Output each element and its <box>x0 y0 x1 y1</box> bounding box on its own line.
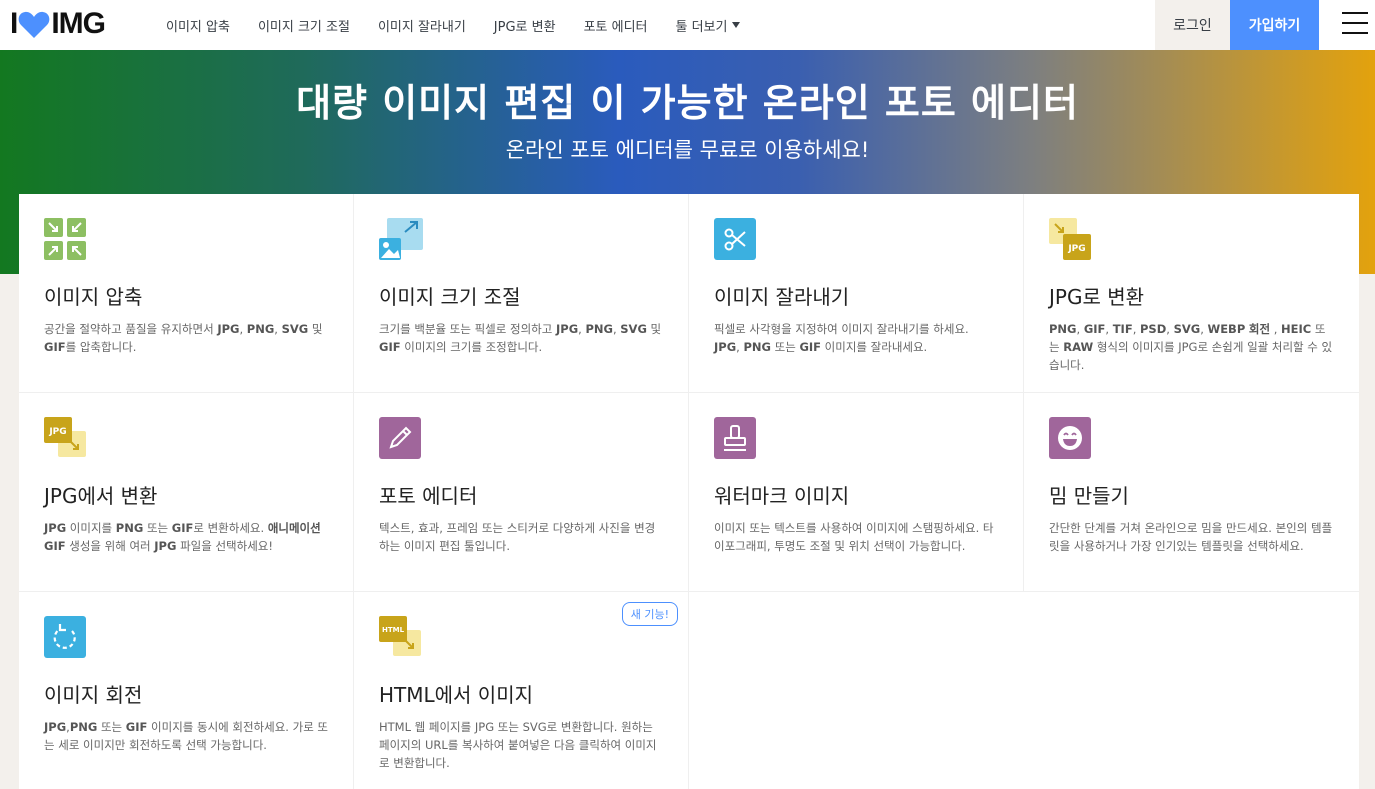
tool-description: 크기를 백분율 또는 픽셀로 정의하고 JPG, PNG, SVG 및 GIF … <box>379 322 662 354</box>
iloveimg-logo[interactable]: I IMG <box>10 6 106 42</box>
compress-icon <box>44 218 86 260</box>
tool-card-meme[interactable]: 밈 만들기 간단한 단계를 거쳐 온라인으로 밈을 만드세요. 본인의 템플릿을… <box>1024 393 1359 592</box>
tool-description: 이미지 또는 텍스트를 사용하여 이미지에 스탬핑하세요. 타이포그래피, 투명… <box>714 521 994 553</box>
resize-icon <box>379 218 423 260</box>
nav-photo-editor[interactable]: 포토 에디터 <box>584 16 648 35</box>
tool-card-convert-to-jpg[interactable]: JPG JPG로 변환 PNG, GIF, TIF, PSD, SVG, WEB… <box>1024 194 1359 393</box>
tool-card-compress[interactable]: 이미지 압축 공간을 절약하고 품질을 유지하면서 JPG, PNG, SVG … <box>19 194 354 393</box>
tool-title: 워터마크 이미지 <box>714 484 850 508</box>
tool-title: JPG에서 변환 <box>44 484 158 508</box>
nav-crop[interactable]: 이미지 잘라내기 <box>378 16 466 35</box>
tool-card-watermark[interactable]: 워터마크 이미지 이미지 또는 텍스트를 사용하여 이미지에 스탬핑하세요. 타… <box>689 393 1024 592</box>
tool-title: 이미지 회전 <box>44 683 143 707</box>
nav-resize[interactable]: 이미지 크기 조절 <box>258 16 350 35</box>
tool-description: JPG 이미지를 PNG 또는 GIF로 변환하세요. 애니메이션 GIF 생성… <box>44 521 321 553</box>
jpg-icon-label: JPG <box>1067 244 1085 254</box>
tool-card-photo-editor[interactable]: 포토 에디터 텍스트, 효과, 프레임 또는 스티커로 다양하게 사진을 변경하… <box>354 393 689 592</box>
main-nav: 이미지 압축 이미지 크기 조절 이미지 잘라내기 JPG로 변환 포토 에디터… <box>166 0 768 50</box>
tool-title: 이미지 잘라내기 <box>714 285 850 309</box>
tool-description: 공간을 절약하고 품질을 유지하면서 JPG, PNG, SVG 및 GIF를 … <box>44 322 323 354</box>
heart-icon <box>19 11 50 38</box>
tool-description: 텍스트, 효과, 프레임 또는 스티커로 다양하게 사진을 변경하는 이미지 편… <box>379 521 656 553</box>
pencil-icon <box>379 417 421 459</box>
hero-title: 대량 이미지 편집 이 가능한 온라인 포토 에디터 <box>296 81 1079 125</box>
new-feature-badge: 새 기능! <box>621 602 678 626</box>
html-icon-label: HTML <box>382 626 405 634</box>
tools-grid: 이미지 압축 공간을 절약하고 품질을 유지하면서 JPG, PNG, SVG … <box>19 194 1359 789</box>
logo-text-img: IMG <box>51 7 106 40</box>
nav-convert-to-jpg[interactable]: JPG로 변환 <box>494 16 556 35</box>
jpg-icon-label: JPG <box>48 427 66 437</box>
tool-card-resize[interactable]: 이미지 크기 조절 크기를 백분율 또는 픽셀로 정의하고 JPG, PNG, … <box>354 194 689 393</box>
tool-card-rotate[interactable]: 이미지 회전 JPG,PNG 또는 GIF 이미지를 동시에 회전하세요. 가로… <box>19 592 354 789</box>
tool-description: JPG,PNG 또는 GIF 이미지를 동시에 회전하세요. 가로 또는 세로 … <box>44 720 329 752</box>
hero-subtitle: 온라인 포토 에디터를 무료로 이용하세요! <box>505 138 870 162</box>
tool-card-crop[interactable]: 이미지 잘라내기 픽셀로 사각형을 지정하여 이미지 잘라내기를 하세요. JP… <box>689 194 1024 393</box>
signup-button[interactable]: 가입하기 <box>1230 0 1319 50</box>
tool-card-html-to-image[interactable]: 새 기능! HTML HTML에서 이미지 HTML 웹 페이지를 JPG 또는… <box>354 592 689 789</box>
html-icon: HTML <box>379 616 421 656</box>
tool-description: 픽셀로 사각형을 지정하여 이미지 잘라내기를 하세요. JPG, PNG 또는… <box>714 322 969 354</box>
logo-text-i: I <box>10 7 18 40</box>
nav-more-tools[interactable]: 툴 더보기 <box>676 16 741 35</box>
tool-description: HTML 웹 페이지를 JPG 또는 SVG로 변환합니다. 원하는 페이지의 … <box>379 720 657 770</box>
stamp-icon <box>714 417 756 459</box>
nav-more-tools-label: 툴 더보기 <box>675 19 728 35</box>
tool-description: PNG, GIF, TIF, PSD, SVG, WEBP 회전 , HEIC … <box>1049 322 1333 372</box>
tool-title: JPG로 변환 <box>1049 285 1145 309</box>
from-jpg-icon: JPG <box>44 417 86 457</box>
grid-empty-space <box>689 592 1359 789</box>
tool-title: HTML에서 이미지 <box>379 683 534 707</box>
top-bar: I IMG 이미지 압축 이미지 크기 조절 이미지 잘라내기 JPG로 변환 … <box>0 0 1375 50</box>
to-jpg-icon: JPG <box>1049 218 1091 260</box>
caret-down-icon <box>732 22 741 28</box>
tool-card-convert-from-jpg[interactable]: JPG JPG에서 변환 JPG 이미지를 PNG 또는 GIF로 변환하세요.… <box>19 393 354 592</box>
tool-title: 포토 에디터 <box>379 484 478 508</box>
tool-description: 간단한 단계를 거쳐 온라인으로 밈을 만드세요. 본인의 템플릿을 사용하거나… <box>1049 521 1333 553</box>
laugh-icon <box>1049 417 1091 459</box>
rotate-icon <box>44 616 86 658</box>
tool-title: 이미지 압축 <box>44 285 143 309</box>
hamburger-menu-icon[interactable] <box>1342 12 1368 34</box>
tool-title: 밈 만들기 <box>1049 484 1129 508</box>
nav-compress[interactable]: 이미지 압축 <box>166 16 230 35</box>
login-button[interactable]: 로그인 <box>1155 0 1230 50</box>
tool-title: 이미지 크기 조절 <box>379 285 521 309</box>
scissors-icon <box>714 218 756 260</box>
